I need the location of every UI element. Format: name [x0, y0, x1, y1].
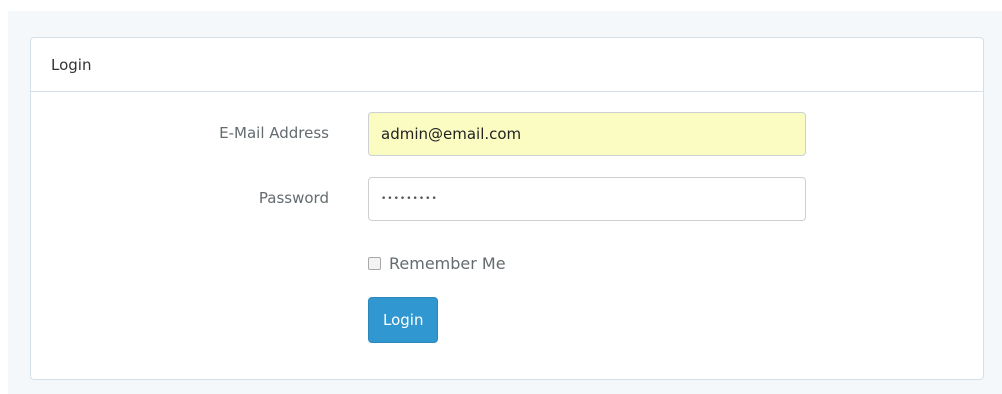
- remember-me-label: Remember Me: [389, 254, 506, 273]
- login-panel: Login E-Mail Address Password Remember M…: [30, 37, 984, 380]
- checkbox-box[interactable]: [368, 257, 381, 270]
- panel-title: Login: [51, 55, 92, 74]
- email-label: E-Mail Address: [219, 124, 329, 142]
- login-button[interactable]: Login: [368, 297, 439, 343]
- password-label: Password: [258, 189, 329, 207]
- password-input[interactable]: [368, 177, 806, 221]
- remember-me-checkbox[interactable]: Remember Me: [368, 254, 506, 273]
- panel-heading: Login: [31, 38, 983, 92]
- email-input[interactable]: [368, 112, 806, 156]
